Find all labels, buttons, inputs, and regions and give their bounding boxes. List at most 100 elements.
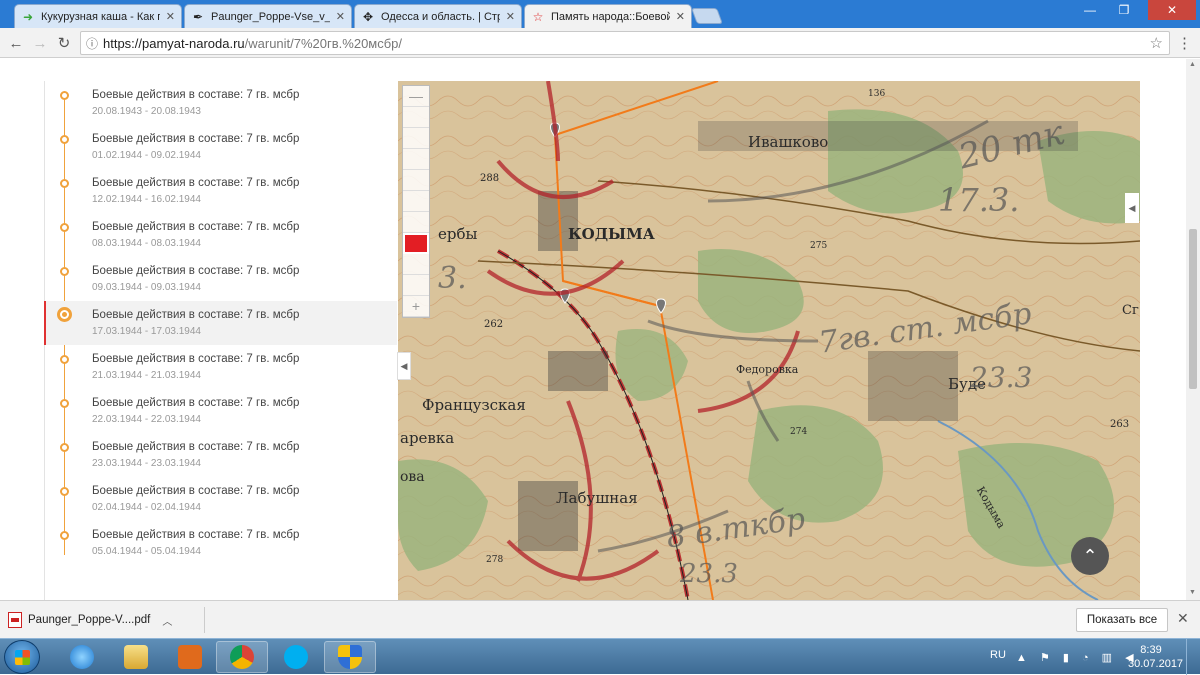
file-explorer-icon[interactable] bbox=[110, 641, 162, 673]
map-label: Федоровка bbox=[736, 363, 799, 376]
tab-title: Кукурузная каша - Как п bbox=[41, 10, 160, 23]
forward-arrow-icon[interactable]: → bbox=[30, 33, 50, 53]
tray-icons[interactable]: ▲ ⚑ ▮ ◔ ▥ ◀ bbox=[1016, 651, 1139, 664]
timeline-panel: Боевые действия в составе: 7 гв. мсбр 20.… bbox=[44, 81, 398, 600]
tab-title: Память народа::Боевой bbox=[551, 10, 670, 23]
timeline-dot-icon bbox=[60, 223, 69, 232]
timeline-entry[interactable]: Боевые действия в составе: 7 гв. мсбр 09.… bbox=[45, 257, 397, 301]
url-host: https://pamyat-naroda.ru bbox=[103, 35, 245, 51]
zoom-out-button[interactable]: — bbox=[403, 86, 429, 107]
close-icon[interactable]: ✕ bbox=[676, 10, 685, 23]
timeline-dot-icon bbox=[60, 531, 69, 540]
timeline-dot-icon bbox=[60, 355, 69, 364]
tab-strip: ➜ Кукурузная каша - Как п ✕ ✒ Paunger_Po… bbox=[0, 0, 1200, 28]
reload-icon[interactable]: ↻ bbox=[54, 33, 74, 53]
page-content: Боевые действия в составе: 7 гв. мсбр 20.… bbox=[0, 59, 1186, 600]
back-arrow-icon[interactable]: ← bbox=[6, 33, 26, 53]
close-icon[interactable]: ✕ bbox=[166, 10, 175, 23]
internet-explorer-icon[interactable] bbox=[56, 641, 108, 673]
zoom-level[interactable] bbox=[403, 191, 429, 212]
zoom-level[interactable] bbox=[403, 170, 429, 191]
map-label: аревка bbox=[400, 429, 455, 447]
tab-odessa[interactable]: ✥ Одесса и область. | Стра ✕ bbox=[354, 4, 522, 28]
zoom-level[interactable] bbox=[403, 149, 429, 170]
minimize-button[interactable]: — bbox=[1074, 0, 1106, 20]
tab-paunger-poppe[interactable]: ✒ Paunger_Poppe-Vse_v_n ✕ bbox=[184, 4, 352, 28]
zoom-level[interactable] bbox=[403, 107, 429, 128]
timeline-dot-icon bbox=[60, 399, 69, 408]
entry-title: Боевые действия в составе: 7 гв. мсбр bbox=[92, 441, 300, 453]
timeline-entry[interactable]: Боевые действия в составе: 7 гв. мсбр 02.… bbox=[45, 477, 397, 521]
close-icon[interactable]: ✕ bbox=[506, 10, 515, 23]
elevation-label: 136 bbox=[868, 89, 886, 99]
timeline-entry[interactable]: Боевые действия в составе: 7 гв. мсбр 22.… bbox=[45, 389, 397, 433]
address-bar[interactable]: ⓘ https://pamyat-naroda.ru/warunit/7%20г… bbox=[80, 31, 1170, 55]
red-star-icon: ☆ bbox=[532, 9, 544, 24]
system-clock[interactable]: 8:39 30.07.2017 bbox=[1128, 643, 1184, 671]
start-button[interactable] bbox=[4, 640, 40, 674]
zoom-level[interactable] bbox=[403, 254, 429, 275]
close-icon[interactable]: ✕ bbox=[1177, 610, 1189, 627]
elevation-label: 263 bbox=[1110, 419, 1130, 430]
divider bbox=[204, 607, 205, 633]
zoom-level[interactable] bbox=[403, 212, 429, 233]
show-desktop-button[interactable] bbox=[1186, 639, 1200, 675]
clock-date: 30.07.2017 bbox=[1128, 658, 1184, 670]
bookmark-star-icon[interactable]: ☆ bbox=[1150, 34, 1163, 52]
entry-title: Боевые действия в составе: 7 гв. мсбр bbox=[92, 177, 300, 189]
url-text: https://pamyat-naroda.ru/warunit/7%20гв.… bbox=[103, 36, 402, 51]
elevation-label: 274 bbox=[790, 427, 808, 437]
menu-dots-icon[interactable]: ⋮ bbox=[1177, 34, 1192, 52]
panel-collapse-button[interactable]: ◀ bbox=[397, 352, 411, 380]
scroll-to-top-button[interactable]: ⌃ bbox=[1071, 537, 1109, 575]
scroll-up-arrow-icon[interactable]: ▲ bbox=[1189, 61, 1196, 68]
download-item[interactable]: Paunger_Poppe-V....pdf ︿ bbox=[8, 607, 196, 633]
pencil-annotation: 23.3 bbox=[680, 559, 738, 589]
zoom-in-button[interactable]: + bbox=[403, 296, 429, 317]
show-all-downloads-button[interactable]: Показать все bbox=[1076, 608, 1168, 632]
windows-taskbar: RU ▲ ⚑ ▮ ◔ ▥ ◀ 8:39 30.07.2017 bbox=[0, 638, 1200, 675]
map-label: Ивашково bbox=[748, 133, 829, 151]
tab-title: Одесса и область. | Стра bbox=[381, 10, 500, 23]
zoom-control[interactable]: — + bbox=[402, 85, 430, 318]
chrome-icon[interactable] bbox=[216, 641, 268, 673]
entry-dates: 09.03.1944 - 09.03.1944 bbox=[92, 282, 201, 293]
close-icon[interactable]: ✕ bbox=[336, 10, 345, 23]
timeline-entry[interactable]: Боевые действия в составе: 7 гв. мсбр 12.… bbox=[45, 169, 397, 213]
tab-pamyat-naroda[interactable]: ☆ Память народа::Боевой ✕ bbox=[524, 4, 692, 28]
chevron-up-icon[interactable]: ︿ bbox=[162, 613, 172, 628]
elevation-label: 262 bbox=[484, 319, 504, 330]
map-label: ова bbox=[400, 469, 425, 485]
timeline-entry[interactable]: Боевые действия в составе: 7 гв. мсбр 23.… bbox=[45, 433, 397, 477]
timeline-entry[interactable]: Боевые действия в составе: 7 гв. мсбр 05.… bbox=[45, 521, 397, 565]
entry-dates: 05.04.1944 - 05.04.1944 bbox=[92, 546, 201, 557]
scrollbar-thumb[interactable] bbox=[1189, 229, 1197, 389]
map-right-expand-button[interactable]: ◀ bbox=[1125, 193, 1139, 223]
timeline-entry[interactable]: Боевые действия в составе: 7 гв. мсбр 17.… bbox=[44, 301, 397, 345]
security-shield-icon[interactable] bbox=[324, 641, 376, 673]
language-indicator[interactable]: RU bbox=[990, 649, 1006, 661]
page-scrollbar[interactable]: ▲ ▼ bbox=[1186, 59, 1200, 600]
skype-icon[interactable] bbox=[270, 641, 322, 673]
maximize-button[interactable]: ❐ bbox=[1108, 0, 1140, 20]
tab-kukuruznaya-kasha[interactable]: ➜ Кукурузная каша - Как п ✕ bbox=[14, 4, 182, 28]
new-tab-button[interactable] bbox=[691, 8, 723, 24]
entry-title: Боевые действия в составе: 7 гв. мсбр bbox=[92, 353, 300, 365]
timeline-entry[interactable]: Боевые действия в составе: 7 гв. мсбр 08.… bbox=[45, 213, 397, 257]
clock-time: 8:39 bbox=[1140, 644, 1162, 656]
compass-icon: ✥ bbox=[362, 9, 374, 24]
window-close-button[interactable]: ✕ bbox=[1148, 0, 1196, 20]
browser-toolbar: ← → ↻ ⓘ https://pamyat-naroda.ru/warunit… bbox=[0, 28, 1200, 58]
timeline-entry[interactable]: Боевые действия в составе: 7 гв. мсбр 01.… bbox=[45, 125, 397, 169]
info-icon[interactable]: ⓘ bbox=[81, 35, 103, 52]
entry-dates: 08.03.1944 - 08.03.1944 bbox=[92, 238, 201, 249]
zoom-level[interactable] bbox=[403, 275, 429, 296]
media-player-icon[interactable] bbox=[164, 641, 216, 673]
timeline-entry[interactable]: Боевые действия в составе: 7 гв. мсбр 21.… bbox=[45, 345, 397, 389]
map-view[interactable]: Ивашково КОДЫМА ербы Французская аревка … bbox=[398, 81, 1140, 600]
scroll-down-arrow-icon[interactable]: ▼ bbox=[1189, 589, 1196, 596]
timeline-entry[interactable]: Боевые действия в составе: 7 гв. мсбр 20.… bbox=[45, 81, 397, 125]
zoom-level[interactable] bbox=[403, 128, 429, 149]
map-label: ербы bbox=[438, 225, 478, 243]
zoom-level-selected[interactable] bbox=[403, 233, 429, 254]
